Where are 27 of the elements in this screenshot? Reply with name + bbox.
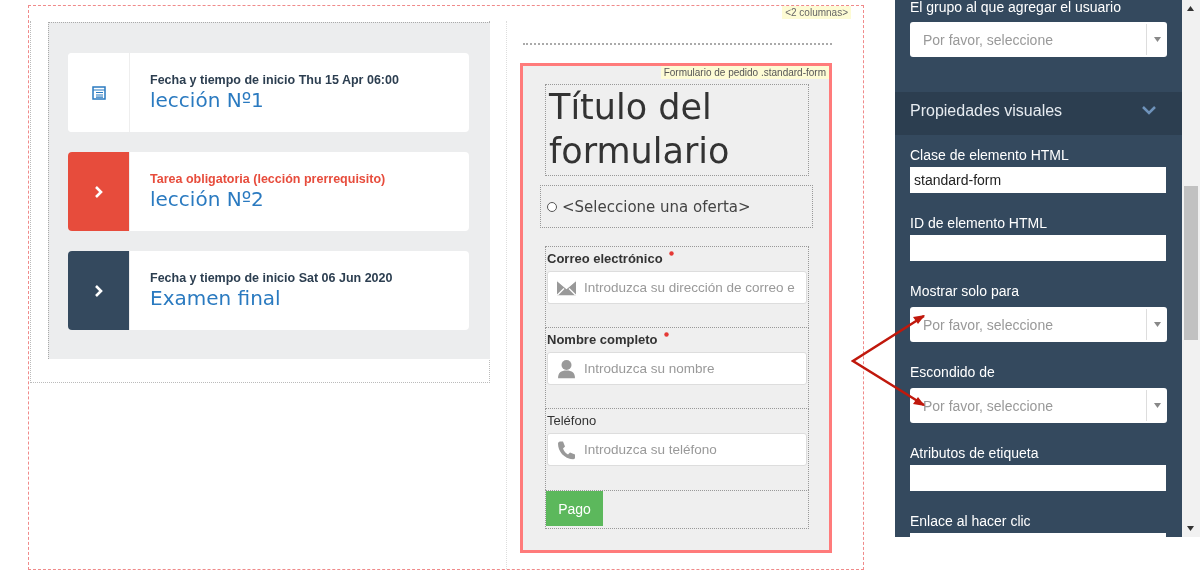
lesson-title: lección Nº1: [150, 88, 265, 112]
field-label: Mostrar solo para: [910, 283, 1020, 299]
field-label: ID de elemento HTML: [910, 215, 1048, 231]
columns-tag: <2 columnas>: [782, 6, 851, 19]
lesson-caption: Tarea obligatoria (lección prerrequisito): [150, 172, 386, 186]
field-label: Nombre completo: [547, 332, 658, 347]
lesson-caption: Fecha y tiempo de inicio Thu 15 Apr 06:00: [150, 73, 399, 87]
field-label: Escondido de: [910, 364, 996, 380]
lesson-title: Examen final: [150, 286, 282, 310]
lesson-card[interactable]: Fecha y tiempo de inicio Sat 06 Jun 2020 Examen final: [68, 251, 469, 330]
section-header[interactable]: Propiedades visuales: [895, 92, 1182, 135]
field-label: El grupo al que agregar el usuario: [910, 0, 1122, 15]
field-label: Teléfono: [547, 413, 597, 428]
lesson-title: lección Nº2: [150, 187, 265, 211]
lesson-card[interactable]: Fecha y tiempo de inicio Thu 15 Apr 06:00 lección Nº1: [68, 53, 469, 132]
input-field[interactable]: Introduzca su teléfono: [547, 433, 807, 466]
form-title: Título del formulario: [549, 86, 731, 173]
form-tag: Formulario de pedido .standard-form: [660, 66, 829, 79]
input-field[interactable]: Introduzca su dirección de correo e: [547, 271, 807, 304]
lesson-card[interactable]: Tarea obligatoria (lección prerrequisito) lección Nº2: [68, 152, 469, 231]
lesson-caption: Fecha y tiempo de inicio Sat 06 Jun 2020: [150, 271, 393, 285]
field-label: Correo electrónico: [547, 251, 663, 266]
text-field[interactable]: standard-form: [910, 167, 1166, 193]
field-label: Atributos de etiqueta: [910, 445, 1040, 461]
field-label: Enlace al hacer clic: [910, 513, 1032, 529]
field-label: Clase de elemento HTML: [910, 147, 1070, 163]
input-field[interactable]: Introduzca su nombre: [547, 352, 807, 385]
